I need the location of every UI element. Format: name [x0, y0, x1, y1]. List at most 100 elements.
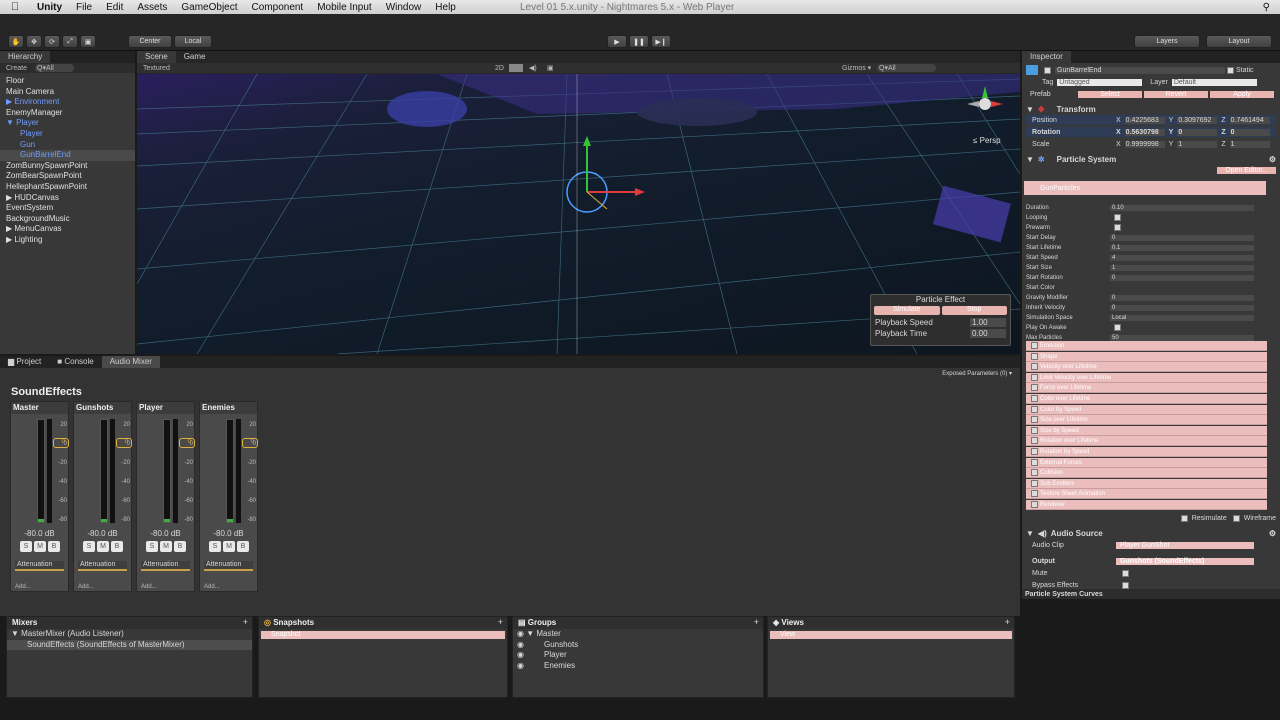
position-x-field[interactable]: 0.4225683 — [1124, 116, 1165, 124]
prefab-revert-button[interactable]: Revert — [1144, 90, 1208, 98]
hierarchy-item[interactable]: GunBarrelEnd — [0, 150, 135, 161]
particle-prop-value[interactable]: 1 — [1110, 265, 1254, 271]
menu-file[interactable]: File — [69, 2, 99, 13]
module-checkbox[interactable] — [1031, 395, 1038, 402]
audio-settings-icon[interactable]: ⚙ — [1269, 529, 1276, 538]
layout-dropdown[interactable]: Layout — [1206, 35, 1272, 48]
mixer-item-soundeffects[interactable]: SoundEffects (SoundEffects of MasterMixe… — [7, 639, 252, 650]
group-item-master[interactable]: ◉ ▼ Master — [513, 629, 763, 640]
tab-game[interactable]: Game — [176, 51, 214, 63]
attenuation-effect[interactable]: Attenuation — [141, 561, 190, 571]
hierarchy-item[interactable]: ▶ Environment — [0, 97, 135, 108]
particle-module-strip[interactable]: Texture Sheet Animation — [1026, 489, 1267, 500]
add-view-icon[interactable]: + — [1005, 617, 1010, 627]
particle-module-strip[interactable]: Emission — [1026, 341, 1267, 351]
transform-header[interactable]: Transform — [1057, 105, 1096, 114]
rotation-x-field[interactable]: 0.5630798 — [1124, 128, 1165, 136]
bypass-button[interactable]: B — [111, 541, 123, 552]
exposed-parameters-dropdown[interactable]: Exposed Parameters (0) ▾ — [942, 370, 1012, 377]
attenuation-effect[interactable]: Attenuation — [78, 561, 127, 571]
bypass-button[interactable]: B — [237, 541, 249, 552]
particle-curves-bar[interactable]: Particle System Curves — [1022, 589, 1280, 599]
create-dropdown[interactable]: Create — [6, 65, 27, 72]
module-checkbox[interactable] — [1031, 352, 1038, 360]
module-checkbox[interactable] — [1031, 363, 1038, 371]
rect-tool-icon[interactable]: ▣ — [80, 35, 96, 48]
eye-icon[interactable]: ◉ — [517, 661, 524, 670]
spotlight-icon[interactable]: ⚲ — [1263, 2, 1270, 13]
module-checkbox[interactable] — [1031, 458, 1038, 466]
eye-icon[interactable]: ◉ — [517, 640, 524, 649]
hierarchy-item[interactable]: ▶ MenuCanvas — [0, 224, 135, 235]
open-editor-button[interactable]: Open Editor... — [1217, 166, 1276, 174]
mixer-group-strip[interactable]: Enemies 20 0 -20 -40 -60 -80 0 -80.0 dB S M B Attenu… — [199, 401, 258, 592]
particle-module-strip[interactable]: Shape — [1026, 351, 1267, 362]
bypass-button[interactable]: B — [174, 541, 186, 552]
effects-toggle-icon[interactable]: ▣ — [547, 64, 554, 72]
tab-console[interactable]: ■ Console — [49, 356, 101, 368]
play-icon[interactable]: ▶ — [607, 35, 627, 48]
mute-button[interactable]: M — [34, 541, 46, 552]
position-z-field[interactable]: 0.7461494 — [1229, 116, 1270, 124]
step-icon[interactable]: ▶❙ — [651, 35, 671, 48]
particle-prop-value[interactable] — [1110, 213, 1254, 223]
fader-handle[interactable]: 0 — [179, 438, 195, 448]
particle-system-foldout-icon[interactable]: ▼ — [1026, 155, 1034, 164]
prefab-apply-button[interactable]: Apply — [1210, 90, 1274, 98]
rotate-tool-icon[interactable]: ⟳ — [44, 35, 60, 48]
eye-icon[interactable]: ◉ — [517, 629, 526, 638]
hierarchy-item[interactable]: HellephantSpawnPoint — [0, 182, 135, 193]
add-mixer-icon[interactable]: + — [243, 617, 248, 627]
particle-system-name[interactable]: GunParticles — [1040, 185, 1080, 192]
gameobject-name-field[interactable]: GunBarrelEnd — [1055, 66, 1225, 74]
active-checkbox[interactable] — [1044, 66, 1051, 74]
particle-prop-value[interactable]: 0.10 — [1110, 205, 1254, 211]
solo-button[interactable]: S — [83, 541, 95, 552]
move-tool-icon[interactable]: ✥ — [26, 35, 42, 48]
fader-handle[interactable]: 0 — [116, 438, 132, 448]
static-checkbox[interactable] — [1227, 66, 1234, 74]
tab-scene[interactable]: Scene — [137, 51, 176, 63]
pivot-local-button[interactable]: Local — [174, 35, 212, 48]
particle-module-strip[interactable]: Velocity over Lifetime — [1026, 362, 1267, 373]
audio-toggle-icon[interactable]: ◀) — [529, 64, 537, 72]
particle-prop-value[interactable]: 0 — [1110, 235, 1254, 241]
hierarchy-item[interactable]: BackgroundMusic — [0, 214, 135, 225]
add-effect-button[interactable]: Add... — [78, 584, 94, 590]
module-checkbox[interactable] — [1031, 426, 1038, 434]
hierarchy-item[interactable]: ZomBearSpawnPoint — [0, 171, 135, 182]
particle-module-strip[interactable]: Limit Velocity over Lifetime — [1026, 372, 1267, 383]
layers-dropdown[interactable]: Layers — [1134, 35, 1200, 48]
2d-toggle[interactable]: 2D — [495, 65, 504, 72]
particle-prop-value[interactable] — [1110, 323, 1254, 333]
add-group-icon[interactable]: + — [754, 617, 759, 627]
tab-project[interactable]: ▆ Project — [0, 356, 49, 368]
gizmos-dropdown[interactable]: Gizmos ▾ — [842, 64, 871, 72]
transform-foldout-icon[interactable]: ▼ — [1026, 105, 1034, 114]
hierarchy-item[interactable]: Main Camera — [0, 87, 135, 98]
menu-gameobject[interactable]: GameObject — [174, 2, 244, 13]
rotation-y-field[interactable]: 0 — [1177, 128, 1218, 136]
pivot-center-button[interactable]: Center — [128, 35, 172, 48]
group-item-gunshots[interactable]: ◉ Gunshots — [513, 640, 763, 651]
menu-component[interactable]: Component — [245, 2, 311, 13]
particle-module-strip[interactable]: Sub Emitters — [1026, 478, 1267, 489]
mute-checkbox[interactable] — [1122, 569, 1129, 577]
playback-time-field[interactable]: 0.00 — [970, 329, 1006, 338]
particle-module-strip[interactable]: Size by Speed — [1026, 425, 1267, 436]
mixer-group-strip[interactable]: Gunshots 20 0 -20 -40 -60 -80 0 -80.0 dB S M B Atten… — [73, 401, 132, 592]
menu-edit[interactable]: Edit — [99, 2, 130, 13]
hierarchy-item[interactable]: Gun — [0, 140, 135, 151]
pause-icon[interactable]: ❚❚ — [629, 35, 649, 48]
module-checkbox[interactable] — [1031, 405, 1038, 413]
mixer-group-strip[interactable]: Master 20 0 -20 -40 -60 -80 0 -80.0 dB S M B Attenua… — [10, 401, 69, 592]
position-y-field[interactable]: 0.3097692 — [1177, 116, 1218, 124]
menu-mobile-input[interactable]: Mobile Input — [310, 2, 378, 13]
particle-module-strip[interactable]: Collision — [1026, 468, 1267, 479]
scale-tool-icon[interactable]: ⤢ — [62, 35, 78, 48]
module-checkbox[interactable] — [1031, 437, 1038, 445]
group-item-enemies[interactable]: ◉ Enemies — [513, 661, 763, 672]
particle-prop-value[interactable]: Local — [1110, 315, 1254, 321]
gizmo-search-input[interactable]: Q▾All — [877, 64, 936, 72]
audio-clip-field[interactable]: Player GunShot — [1116, 541, 1254, 549]
